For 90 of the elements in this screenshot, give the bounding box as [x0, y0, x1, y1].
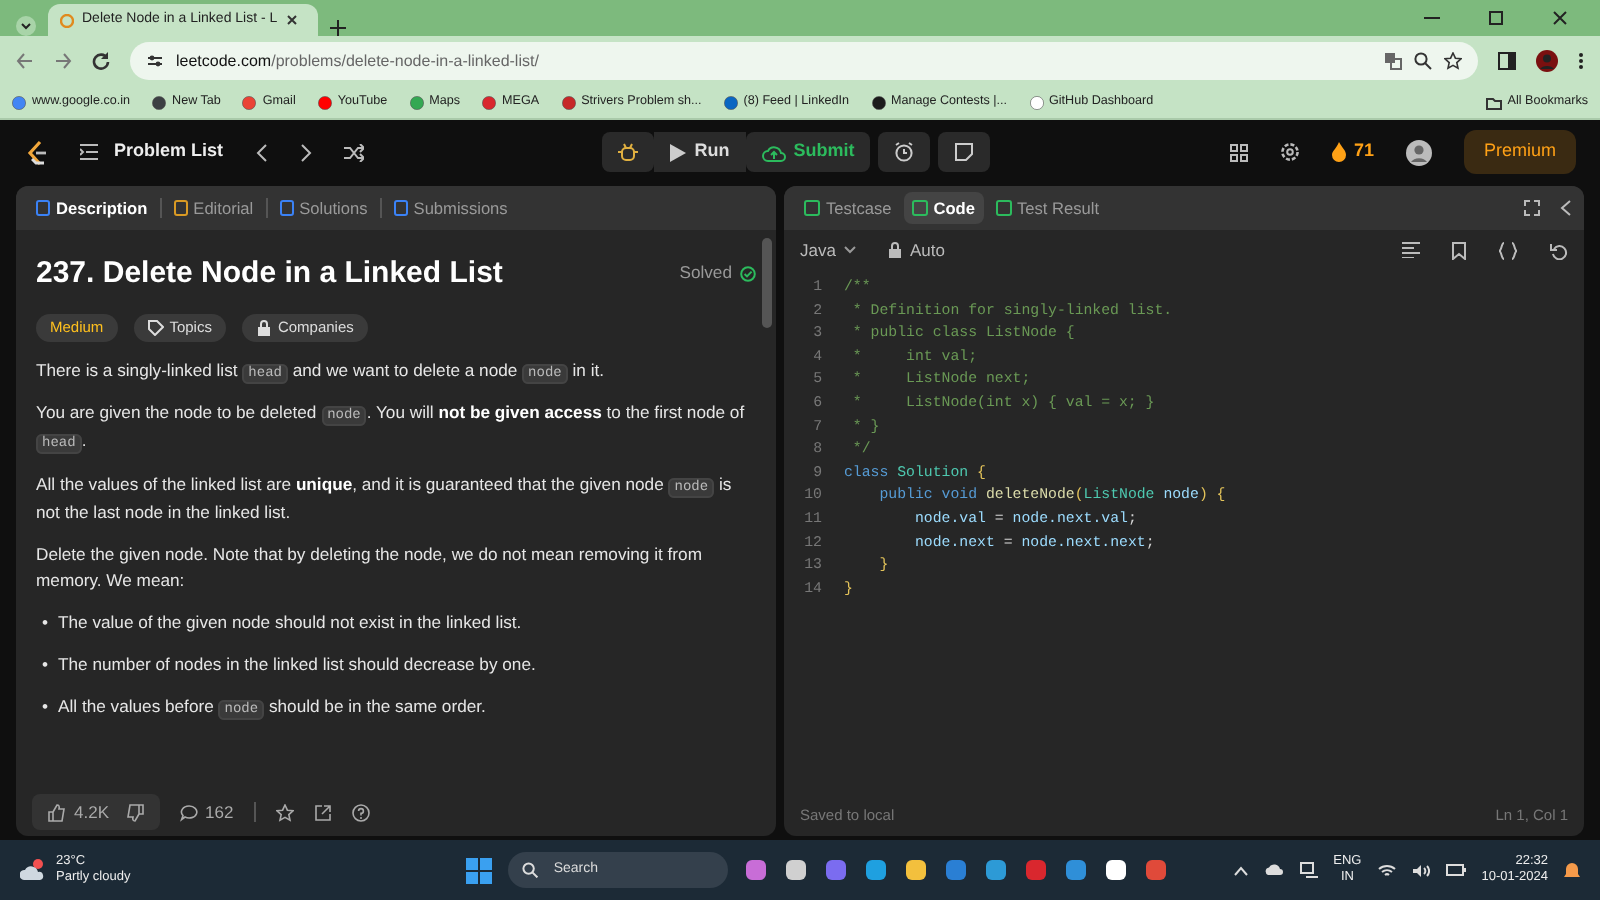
submit-button[interactable]: Submit	[745, 132, 871, 172]
collapse-icon[interactable]	[1560, 200, 1572, 216]
tab[interactable]: Description	[28, 191, 156, 225]
list-icon	[80, 144, 98, 160]
comments-button[interactable]: 162	[179, 799, 234, 825]
reload-icon[interactable]	[92, 52, 110, 70]
caret-icon	[843, 246, 856, 254]
tab[interactable]: Solutions	[271, 191, 376, 225]
problem-title: 237. Delete Node in a Linked List	[36, 254, 503, 294]
debug-button[interactable]	[602, 132, 655, 172]
address-bar[interactable]: leetcode.com/problems/delete-node-in-a-linked-list/	[130, 42, 1478, 80]
language-dropdown[interactable]: Java	[800, 237, 856, 263]
settings-icon[interactable]	[1279, 142, 1300, 162]
premium-button[interactable]: Premium	[1464, 130, 1577, 174]
avatar-icon[interactable]	[1406, 139, 1432, 165]
flame-icon[interactable]	[1331, 142, 1346, 162]
status-text: Solved	[679, 260, 732, 287]
star-icon[interactable]	[1444, 52, 1462, 70]
thumbs-up-icon	[48, 803, 66, 821]
tab[interactable]: Submissions	[385, 191, 516, 225]
note-icon	[954, 142, 975, 162]
grid-icon[interactable]	[1229, 143, 1248, 161]
display-icon[interactable]	[1299, 862, 1318, 878]
scrollbar[interactable]	[762, 238, 772, 328]
cloud-upload-icon	[761, 143, 786, 161]
translate-icon[interactable]	[1384, 52, 1402, 70]
site-info-icon[interactable]	[146, 52, 164, 70]
dropdown-icon[interactable]	[16, 16, 36, 36]
notes-button[interactable]	[938, 132, 991, 172]
next-icon[interactable]	[299, 143, 312, 161]
back-icon[interactable]	[16, 52, 34, 70]
fullscreen-icon[interactable]	[1524, 200, 1540, 216]
wifi-icon[interactable]	[1377, 863, 1396, 877]
tab[interactable]: Testcase	[796, 191, 900, 225]
chevron-up-icon[interactable]	[1233, 865, 1248, 875]
weather-icon	[20, 858, 48, 882]
search-icon	[521, 862, 538, 878]
logo-icon[interactable]	[24, 139, 48, 165]
start-icon[interactable]	[465, 857, 492, 883]
bullet-marker: •	[42, 610, 51, 636]
check-circle-icon	[740, 266, 756, 282]
tag-icon	[147, 320, 164, 336]
url-text: leetcode.com/problems/delete-node-in-a-linked-list/	[176, 49, 539, 73]
star-icon[interactable]	[275, 803, 294, 821]
bookmark-icon[interactable]	[1452, 241, 1466, 259]
mode-label: Auto	[909, 237, 945, 263]
app-icon[interactable]	[903, 858, 928, 882]
bug-icon	[618, 142, 639, 162]
tab[interactable]: Test Result	[987, 191, 1108, 225]
play-icon	[670, 143, 687, 161]
paragraph: Delete the given node. Note that by deleting the node, we do not mean removing it from memory. We mean:	[36, 541, 704, 595]
run-button[interactable]: Run	[654, 132, 746, 172]
problem-list-button[interactable]: Problem List	[80, 138, 224, 166]
braces-icon[interactable]	[1498, 241, 1518, 259]
streak-count: 71	[1353, 138, 1374, 165]
tab[interactable]: Code	[903, 191, 983, 225]
folder-icon	[1485, 95, 1502, 109]
tab[interactable]: Editorial	[165, 191, 262, 225]
side-panel-icon[interactable]	[1498, 52, 1516, 70]
close-icon[interactable]	[1552, 10, 1568, 26]
app-icon[interactable]	[1103, 858, 1128, 882]
maximize-icon[interactable]	[1488, 10, 1504, 26]
bell-icon[interactable]	[1564, 861, 1580, 879]
lock-icon	[255, 320, 272, 336]
bullet-marker: •	[42, 651, 51, 678]
format-icon[interactable]	[1402, 242, 1420, 258]
timer-button[interactable]	[878, 132, 931, 172]
avatar-icon[interactable]	[1536, 50, 1558, 72]
cloud-icon[interactable]	[1263, 864, 1284, 876]
reset-icon[interactable]	[1550, 241, 1568, 259]
alarm-clock-icon	[894, 142, 915, 162]
bullet-marker: •	[42, 693, 51, 719]
thumbs-down-icon[interactable]	[125, 803, 143, 821]
lock-icon	[887, 242, 902, 258]
close-icon[interactable]	[285, 14, 298, 26]
zoom-icon[interactable]	[1414, 52, 1432, 70]
menu-icon[interactable]	[1578, 52, 1584, 70]
previous-icon[interactable]	[255, 143, 268, 161]
shuffle-icon[interactable]	[343, 143, 364, 161]
bullet-item: The number of nodes in the linked list should decrease by one.	[58, 651, 536, 678]
share-icon[interactable]	[313, 803, 332, 821]
help-icon[interactable]	[351, 803, 370, 821]
forward-icon[interactable]	[54, 52, 72, 70]
comment-icon	[179, 803, 197, 821]
speaker-icon[interactable]	[1411, 863, 1430, 877]
bullet-item: The value of the given node should not exist in the linked list.	[58, 610, 522, 636]
new-tab-icon[interactable]	[330, 20, 346, 36]
battery-icon[interactable]	[1445, 864, 1466, 876]
app-icon[interactable]	[783, 858, 808, 882]
page-icon	[60, 13, 74, 27]
